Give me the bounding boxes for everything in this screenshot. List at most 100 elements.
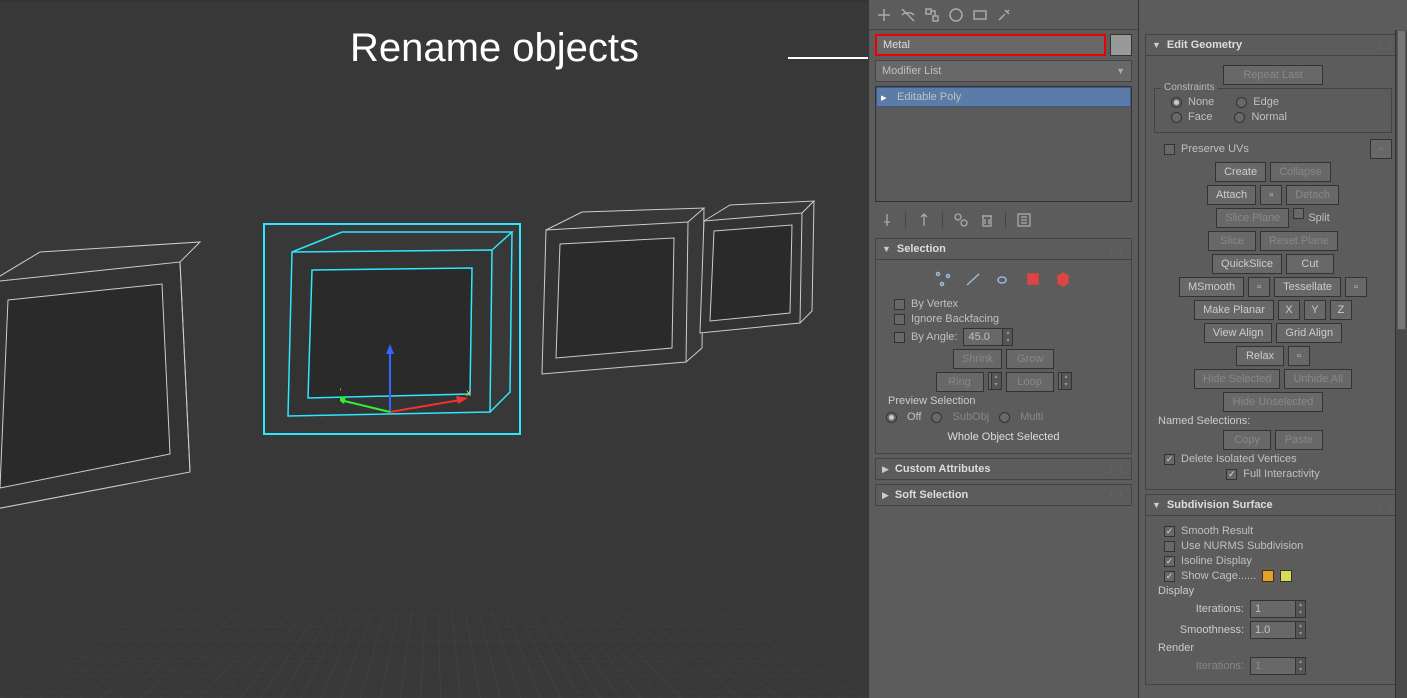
- hide-selected-button[interactable]: Hide Selected: [1194, 369, 1281, 389]
- by-angle-checkbox[interactable]: [894, 332, 905, 343]
- cage-color-1[interactable]: [1262, 570, 1274, 582]
- preview-subobj-radio[interactable]: [931, 412, 942, 423]
- motion-tab-icon[interactable]: [947, 6, 965, 24]
- constraint-edge-radio[interactable]: [1236, 97, 1247, 108]
- attach-list-button[interactable]: ▫: [1260, 185, 1282, 205]
- attach-button[interactable]: Attach: [1207, 185, 1256, 205]
- preview-off-radio[interactable]: [886, 412, 897, 423]
- reset-plane-button[interactable]: Reset Plane: [1260, 231, 1338, 251]
- tessellate-settings[interactable]: ▫: [1345, 277, 1367, 297]
- msmooth-button[interactable]: MSmooth: [1179, 277, 1244, 297]
- loop-button[interactable]: Loop: [1006, 372, 1054, 392]
- viewport[interactable]: xy Rename objects: [0, 0, 869, 698]
- render-iterations-spinner[interactable]: 1▴▾: [1250, 657, 1306, 675]
- hide-unselected-button[interactable]: Hide Unselected: [1223, 392, 1323, 412]
- paste-button[interactable]: Paste: [1275, 430, 1323, 450]
- vertex-level-icon[interactable]: [934, 270, 954, 290]
- scene-cube[interactable]: [690, 197, 820, 350]
- object-name-input[interactable]: [875, 34, 1106, 56]
- rollout-header[interactable]: ▶ Custom Attributes ⋮⋮: [875, 458, 1132, 480]
- detach-button[interactable]: Detach: [1286, 185, 1339, 205]
- constraint-face-radio[interactable]: [1171, 112, 1182, 123]
- rollout-header[interactable]: ▼ Subdivision Surface ⋮⋮: [1145, 494, 1401, 516]
- edge-level-icon[interactable]: [964, 270, 984, 290]
- display-group-label: Display: [1158, 585, 1392, 597]
- create-button[interactable]: Create: [1215, 162, 1266, 182]
- delete-modifier-icon[interactable]: [979, 212, 995, 228]
- rollout-selection: ▼ Selection ⋮⋮ By Vertex Ignore Backfaci…: [875, 238, 1132, 454]
- split-checkbox[interactable]: [1293, 208, 1304, 219]
- full-interactivity-checkbox[interactable]: [1226, 469, 1237, 480]
- shrink-button[interactable]: Shrink: [953, 349, 1002, 369]
- create-tab-icon[interactable]: [875, 6, 893, 24]
- slice-button[interactable]: Slice: [1208, 231, 1256, 251]
- element-level-icon[interactable]: [1054, 270, 1074, 290]
- ring-button[interactable]: Ring: [936, 372, 984, 392]
- named-selections-label: Named Selections:: [1158, 415, 1392, 427]
- copy-button[interactable]: Copy: [1223, 430, 1271, 450]
- border-level-icon[interactable]: [994, 270, 1014, 290]
- cage-color-2[interactable]: [1280, 570, 1292, 582]
- planar-y-button[interactable]: Y: [1304, 300, 1326, 320]
- cut-button[interactable]: Cut: [1286, 254, 1334, 274]
- preserve-uvs-checkbox[interactable]: [1164, 144, 1175, 155]
- delete-isolated-checkbox[interactable]: [1164, 454, 1175, 465]
- view-align-button[interactable]: View Align: [1204, 323, 1273, 343]
- expand-icon[interactable]: ▸: [881, 91, 891, 104]
- utilities-tab-icon[interactable]: [995, 6, 1013, 24]
- smooth-result-checkbox[interactable]: [1164, 526, 1175, 537]
- scene-cube[interactable]: [528, 202, 708, 395]
- display-tab-icon[interactable]: [971, 6, 989, 24]
- loop-spinner[interactable]: ▴▾: [1058, 372, 1072, 390]
- grow-button[interactable]: Grow: [1006, 349, 1054, 369]
- make-planar-button[interactable]: Make Planar: [1194, 300, 1274, 320]
- rollout-header[interactable]: ▶ Soft Selection ⋮⋮: [875, 484, 1132, 506]
- ring-spinner[interactable]: ▴▾: [988, 372, 1002, 390]
- polygon-level-icon[interactable]: [1024, 270, 1044, 290]
- show-cage-checkbox[interactable]: [1164, 571, 1175, 582]
- scene-cube[interactable]: [0, 212, 210, 535]
- collapse-button[interactable]: Collapse: [1270, 162, 1331, 182]
- hierarchy-tab-icon[interactable]: [923, 6, 941, 24]
- relax-button[interactable]: Relax: [1236, 346, 1284, 366]
- modify-tab-icon[interactable]: [899, 6, 917, 24]
- by-vertex-checkbox[interactable]: [894, 299, 905, 310]
- unhide-all-button[interactable]: Unhide All: [1284, 369, 1352, 389]
- make-unique-icon[interactable]: [953, 212, 969, 228]
- pin-icon[interactable]: [879, 212, 895, 228]
- quickslice-button[interactable]: QuickSlice: [1212, 254, 1282, 274]
- planar-x-button[interactable]: X: [1278, 300, 1300, 320]
- slice-plane-button[interactable]: Slice Plane: [1216, 208, 1289, 228]
- preserve-uvs-settings[interactable]: ▫: [1370, 139, 1392, 159]
- show-end-result-icon[interactable]: [916, 212, 932, 228]
- preview-multi-radio[interactable]: [999, 412, 1010, 423]
- relax-settings[interactable]: ▫: [1288, 346, 1310, 366]
- stack-item-editable-poly[interactable]: ▸ Editable Poly: [876, 87, 1131, 107]
- svg-text:y: y: [340, 386, 341, 397]
- transform-gizmo[interactable]: xy: [340, 342, 490, 465]
- planar-z-button[interactable]: Z: [1330, 300, 1352, 320]
- ignore-backfacing-checkbox[interactable]: [894, 314, 905, 325]
- tessellate-button[interactable]: Tessellate: [1274, 277, 1341, 297]
- rollout-edit-geometry: ▼ Edit Geometry ⋮⋮ Repeat Last Constrain…: [1145, 34, 1401, 490]
- modifier-stack[interactable]: ▸ Editable Poly: [875, 86, 1132, 202]
- angle-spinner[interactable]: 45.0▴▾: [963, 328, 1013, 346]
- scrollbar[interactable]: [1395, 30, 1407, 698]
- smoothness-spinner[interactable]: 1.0▴▾: [1250, 621, 1306, 639]
- rollout-header[interactable]: ▼ Edit Geometry ⋮⋮: [1145, 34, 1401, 56]
- constraint-normal-radio[interactable]: [1234, 112, 1245, 123]
- use-nurms-checkbox[interactable]: [1164, 541, 1175, 552]
- modifier-list-dropdown[interactable]: Modifier List ▼: [875, 60, 1132, 82]
- scrollbar-thumb[interactable]: [1397, 30, 1406, 330]
- rollout-header[interactable]: ▼ Selection ⋮⋮: [875, 238, 1132, 260]
- msmooth-settings[interactable]: ▫: [1248, 277, 1270, 297]
- expand-icon: ▶: [882, 490, 889, 501]
- object-color-swatch[interactable]: [1110, 34, 1132, 56]
- repeat-last-button[interactable]: Repeat Last: [1223, 65, 1323, 85]
- grid-align-button[interactable]: Grid Align: [1276, 323, 1342, 343]
- iterations-spinner[interactable]: 1▴▾: [1250, 600, 1306, 618]
- constraint-none-radio[interactable]: [1171, 97, 1182, 108]
- rollout-title: Subdivision Surface: [1167, 499, 1273, 511]
- isoline-display-checkbox[interactable]: [1164, 556, 1175, 567]
- configure-icon[interactable]: [1016, 212, 1032, 228]
